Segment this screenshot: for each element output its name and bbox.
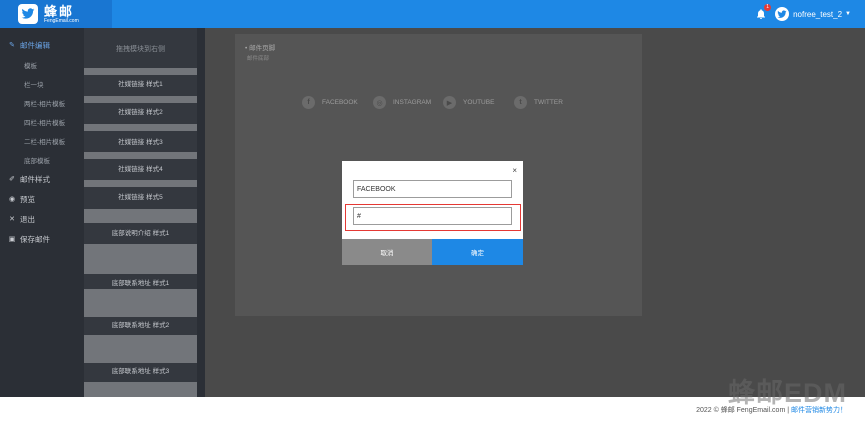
logo-title: 蜂邮: [44, 3, 75, 19]
sidebar-item-label: 模板: [24, 62, 37, 70]
sidebar-item-label: 退出: [20, 214, 35, 224]
sidebar-item-label: 邮件编辑: [20, 40, 50, 50]
logo-subtitle: FengEmail.com: [44, 17, 79, 24]
template-thumbnail[interactable]: [84, 382, 197, 397]
sidebar-item-label: 四栏-相片模板: [24, 119, 66, 127]
social-link-facebook[interactable]: f FACEBOOK: [302, 96, 358, 109]
sidebar-subitem[interactable]: 栏一块: [0, 74, 78, 93]
template-panel: 拖拽模块到右侧 社媒链接 样式1 社媒链接 样式2 社媒链接 样式3 社媒链接 …: [84, 28, 197, 397]
template-thumbnail[interactable]: [84, 180, 197, 187]
youtube-icon: ▶: [443, 96, 456, 109]
sidebar-item-label: 预览: [20, 194, 35, 204]
sidebar-item-exit[interactable]: ✕ 退出: [0, 209, 78, 229]
link-name-input[interactable]: [353, 180, 512, 198]
editor-area: • 邮件页脚 邮件底部 f FACEBOOK ◎ INSTAGRAM ▶ YOU…: [205, 28, 865, 397]
sidebar-item-label: 两栏-相片模板: [24, 100, 66, 108]
sidebar-item-save[interactable]: ▣ 保存邮件: [0, 229, 78, 249]
username[interactable]: nofree_test_2: [793, 10, 842, 19]
template-thumbnail[interactable]: [84, 96, 197, 103]
save-icon: ▣: [8, 236, 16, 243]
template-thumbnail[interactable]: [84, 335, 197, 363]
template-caption: 底部联系地址 样式3: [111, 368, 170, 375]
template-caption: 社媒链接 样式5: [118, 194, 163, 201]
social-label: TWITTER: [534, 99, 563, 106]
edit-icon: ✎: [9, 42, 15, 49]
section-title: • 邮件页脚: [245, 45, 276, 52]
template-caption: 社媒链接 样式4: [118, 166, 163, 173]
notification-badge: 1: [764, 4, 772, 11]
edit-link-dialog: × 取消 确定: [342, 161, 523, 265]
sidebar-subitem[interactable]: 四栏-相片模板: [0, 112, 78, 131]
close-icon: ✕: [9, 216, 15, 223]
close-icon[interactable]: ×: [512, 166, 517, 175]
facebook-icon: f: [302, 96, 315, 109]
template-caption: 社媒链接 样式2: [118, 109, 163, 116]
bird-logo-icon: [18, 4, 38, 24]
social-label: YOUTUBE: [463, 99, 495, 106]
sidebar-item-label: 保存邮件: [20, 234, 50, 244]
sidebar-item-label: 二栏-相片模板: [24, 138, 66, 146]
brush-icon: ✐: [9, 176, 15, 183]
template-caption: 底部说明介绍 样式1: [111, 230, 170, 237]
sidebar-subitem[interactable]: 模板: [0, 55, 78, 74]
template-thumbnail[interactable]: [84, 209, 197, 223]
notification-bell[interactable]: 1: [755, 4, 772, 20]
confirm-button[interactable]: 确定: [432, 239, 523, 265]
sidebar-subitem[interactable]: 二栏-相片模板: [0, 131, 78, 150]
sidebar: ✎ 邮件编辑 模板 栏一块 两栏-相片模板 四栏-相片模板 二栏-相片模板 底部…: [0, 28, 205, 397]
cancel-button[interactable]: 取消: [342, 239, 432, 265]
instagram-icon: ◎: [373, 96, 386, 109]
template-thumbnail[interactable]: [84, 244, 197, 274]
template-thumbnail[interactable]: [84, 289, 197, 317]
section-subtitle: 邮件底部: [247, 56, 270, 62]
social-link-instagram[interactable]: ◎ INSTAGRAM: [373, 96, 431, 109]
sidebar-item-label: 邮件样式: [20, 174, 50, 184]
sidebar-item-preview[interactable]: ◉ 预览: [0, 189, 78, 209]
chevron-down-icon[interactable]: ▼: [845, 11, 851, 17]
link-url-input[interactable]: [353, 207, 512, 225]
top-header: 蜂邮 FengEmail.com 1 nofree_test_2 ▼: [0, 0, 865, 28]
template-caption: 底部联系地址 样式1: [111, 280, 170, 287]
social-label: INSTAGRAM: [393, 99, 432, 106]
sidebar-subitem[interactable]: 底部模板: [0, 150, 78, 169]
logo[interactable]: 蜂邮 FengEmail.com: [0, 0, 112, 28]
sidebar-nav: ✎ 邮件编辑 模板 栏一块 两栏-相片模板 四栏-相片模板 二栏-相片模板 底部…: [0, 28, 78, 397]
social-link-youtube[interactable]: ▶ YOUTUBE: [443, 96, 494, 109]
twitter-icon: t: [514, 96, 527, 109]
template-thumbnail[interactable]: [84, 152, 197, 159]
avatar[interactable]: [775, 7, 790, 21]
template-panel-title: 拖拽模块到右侧: [116, 46, 165, 53]
sidebar-item-label: 底部模板: [24, 157, 50, 165]
copyright: 2022 © 蜂邮 FengEmail.com | 邮件营销新势力！: [696, 405, 847, 415]
sidebar-item-style[interactable]: ✐ 邮件样式: [0, 169, 78, 189]
copyright-text: 2022 © 蜂邮 FengEmail.com |: [696, 407, 790, 414]
template-caption: 底部联系地址 样式2: [111, 322, 170, 329]
bird-avatar-icon: [777, 9, 787, 18]
template-caption: 社媒链接 样式1: [118, 81, 163, 88]
social-label: FACEBOOK: [322, 99, 358, 106]
eye-icon: ◉: [8, 196, 16, 203]
sidebar-item-edit[interactable]: ✎ 邮件编辑: [0, 35, 78, 55]
social-link-twitter[interactable]: t TWITTER: [514, 96, 563, 109]
template-thumbnail[interactable]: [84, 124, 197, 131]
template-thumbnail[interactable]: [84, 68, 197, 75]
slogan-link[interactable]: 邮件营销新势力！: [791, 407, 847, 414]
sidebar-item-label: 栏一块: [24, 81, 44, 89]
template-caption: 社媒链接 样式3: [118, 139, 163, 146]
sidebar-subitem[interactable]: 两栏-相片模板: [0, 93, 78, 112]
